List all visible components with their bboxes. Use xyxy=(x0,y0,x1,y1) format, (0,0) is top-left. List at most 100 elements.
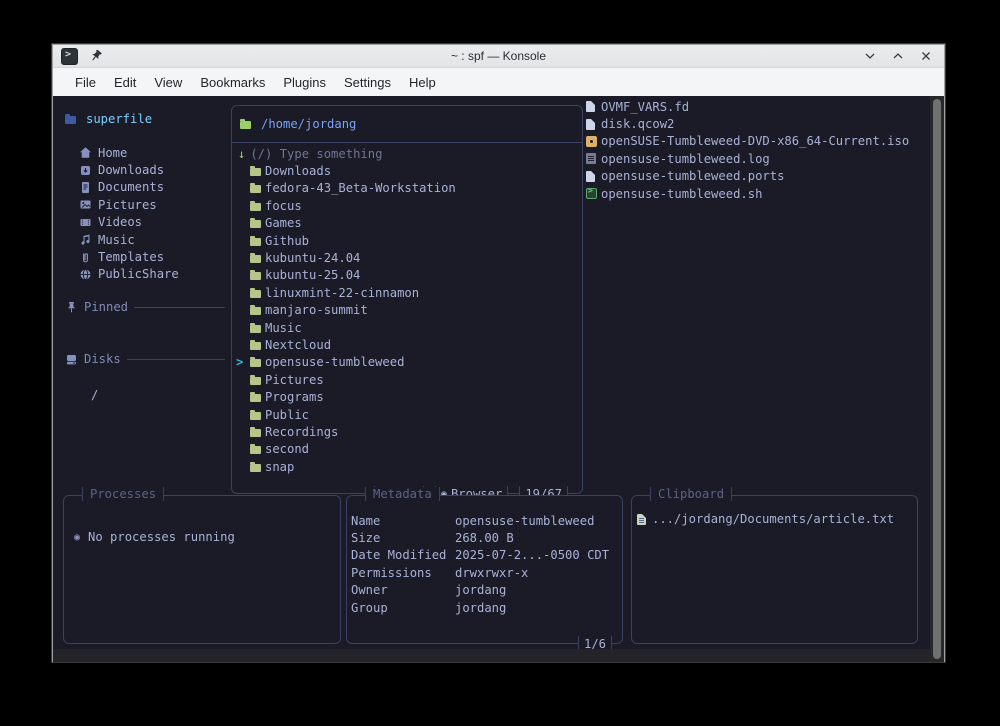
video-icon xyxy=(79,216,92,229)
paperclip-icon xyxy=(79,251,92,264)
scrollbar-track[interactable] xyxy=(930,96,944,662)
menu-bookmarks[interactable]: Bookmarks xyxy=(191,72,274,93)
sidebar-item-pictures[interactable]: Pictures xyxy=(79,196,179,213)
metadata-row: Groupjordang xyxy=(351,599,622,616)
document-icon xyxy=(79,181,92,194)
file-icon xyxy=(586,171,595,182)
folder-icon xyxy=(250,168,261,176)
terminal-view[interactable]: superfile Home Downloads Documents Pict xyxy=(53,96,944,662)
shell-script-icon xyxy=(586,188,597,199)
sidebar-item-home[interactable]: Home xyxy=(79,144,179,161)
metadata-panel-title: Metadata xyxy=(365,487,440,501)
folder-icon xyxy=(250,290,261,298)
folder-icon xyxy=(250,446,261,454)
preview-file-row[interactable]: opensuse-tumbleweed.ports xyxy=(586,168,909,185)
folder-icon xyxy=(250,377,261,385)
sidebar-disk-root[interactable]: / xyxy=(91,386,98,403)
metadata-row: Date Modified2025-07-2...-0500 CDT xyxy=(351,547,622,564)
sidebar-section-pinned: Pinned xyxy=(65,300,225,314)
close-button[interactable] xyxy=(920,50,932,62)
preview-file-row[interactable]: openSUSE-Tumbleweed-DVD-x86_64-Current.i… xyxy=(586,133,909,150)
folder-icon xyxy=(250,359,261,367)
file-row[interactable]: Public xyxy=(232,406,582,423)
sidebar-item-templates[interactable]: Templates xyxy=(79,248,179,265)
file-row[interactable]: Recordings xyxy=(232,423,582,440)
file-row[interactable]: Programs xyxy=(232,388,582,405)
app-title: superfile xyxy=(65,110,152,127)
menu-settings[interactable]: Settings xyxy=(335,72,400,93)
sidebar-item-downloads[interactable]: Downloads xyxy=(79,161,179,178)
download-icon xyxy=(79,164,92,177)
file-row-selected[interactable]: > opensuse-tumbleweed xyxy=(232,354,582,371)
file-row[interactable]: second xyxy=(232,441,582,458)
file-row[interactable]: snap xyxy=(232,458,582,475)
preview-file-row[interactable]: opensuse-tumbleweed.log xyxy=(586,150,909,167)
preview-file-row[interactable]: OVMF_VARS.fd xyxy=(586,98,909,115)
file-row[interactable]: Downloads xyxy=(232,162,582,179)
file-panel[interactable]: /home/jordang ↓ (/) Type something Downl… xyxy=(231,105,583,494)
sidebar-item-publicshare[interactable]: PublicShare xyxy=(79,266,179,283)
file-row[interactable]: Games xyxy=(232,215,582,232)
folder-icon xyxy=(250,464,261,472)
terminal-bottom-gap xyxy=(53,649,930,662)
folder-icon xyxy=(250,342,261,350)
disks-icon xyxy=(65,353,78,366)
menu-file[interactable]: File xyxy=(66,72,105,93)
panel-path-header: /home/jordang xyxy=(232,106,582,143)
sidebar-item-documents[interactable]: Documents xyxy=(79,179,179,196)
menu-bar: File Edit View Bookmarks Plugins Setting… xyxy=(53,68,944,96)
folder-icon xyxy=(250,307,261,315)
log-file-icon xyxy=(586,153,596,164)
current-folder-icon xyxy=(240,121,251,129)
folder-icon xyxy=(250,185,261,193)
superfile-logo-icon xyxy=(65,116,76,124)
scrollbar-thumb[interactable] xyxy=(933,99,941,659)
menu-view[interactable]: View xyxy=(145,72,191,93)
sidebar-item-videos[interactable]: Videos xyxy=(79,214,179,231)
sort-direction-icon: ↓ xyxy=(238,147,245,161)
file-row[interactable]: manjaro-summit xyxy=(232,302,582,319)
globe-icon xyxy=(79,268,92,281)
file-row[interactable]: Music xyxy=(232,319,582,336)
file-row[interactable]: Github xyxy=(232,232,582,249)
menu-edit[interactable]: Edit xyxy=(105,72,145,93)
sidebar-item-music[interactable]: Music xyxy=(79,231,179,248)
folder-icon xyxy=(250,325,261,333)
search-placeholder: (/) Type something xyxy=(250,147,382,161)
folder-icon xyxy=(250,412,261,420)
maximize-button[interactable] xyxy=(892,50,904,62)
file-icon xyxy=(586,119,595,130)
folder-icon xyxy=(250,220,261,228)
file-row[interactable]: kubuntu-25.04 xyxy=(232,267,582,284)
cursor-indicator: > xyxy=(236,355,243,369)
processes-panel-title: Processes xyxy=(82,487,164,501)
preview-panel: OVMF_VARS.fd disk.qcow2 openSUSE-Tumblew… xyxy=(586,98,909,202)
home-icon xyxy=(79,146,92,159)
file-row[interactable]: fedora-43_Beta-Workstation xyxy=(232,180,582,197)
search-input[interactable]: ↓ (/) Type something xyxy=(232,145,582,162)
folder-icon xyxy=(250,394,261,402)
processes-panel: Processes ◉ No processes running xyxy=(63,495,341,644)
minimize-button[interactable] xyxy=(864,50,876,62)
divider-line xyxy=(134,307,225,308)
metadata-row: Size268.00 B xyxy=(351,529,622,546)
menu-plugins[interactable]: Plugins xyxy=(274,72,335,93)
folder-icon xyxy=(250,238,261,246)
metadata-panel: Metadata Nameopensuse-tumbleweed Size268… xyxy=(346,495,623,644)
file-row[interactable]: kubuntu-24.04 xyxy=(232,249,582,266)
clipboard-panel: Clipboard .../jordang/Documents/article.… xyxy=(631,495,918,644)
current-path: /home/jordang xyxy=(261,117,356,131)
music-note-icon xyxy=(79,233,92,246)
file-row[interactable]: Nextcloud xyxy=(232,336,582,353)
clipboard-item: .../jordang/Documents/article.txt xyxy=(632,512,917,526)
title-bar[interactable]: ~ : spf — Konsole xyxy=(53,45,944,68)
image-icon xyxy=(79,198,92,211)
konsole-window: ~ : spf — Konsole File Edit View Bookmar… xyxy=(52,44,945,662)
preview-file-row[interactable]: opensuse-tumbleweed.sh xyxy=(586,185,909,202)
file-row[interactable]: Pictures xyxy=(232,371,582,388)
menu-help[interactable]: Help xyxy=(400,72,445,93)
divider-line xyxy=(127,359,225,360)
preview-file-row[interactable]: disk.qcow2 xyxy=(586,115,909,132)
file-row[interactable]: focus xyxy=(232,197,582,214)
file-row[interactable]: linuxmint-22-cinnamon xyxy=(232,284,582,301)
